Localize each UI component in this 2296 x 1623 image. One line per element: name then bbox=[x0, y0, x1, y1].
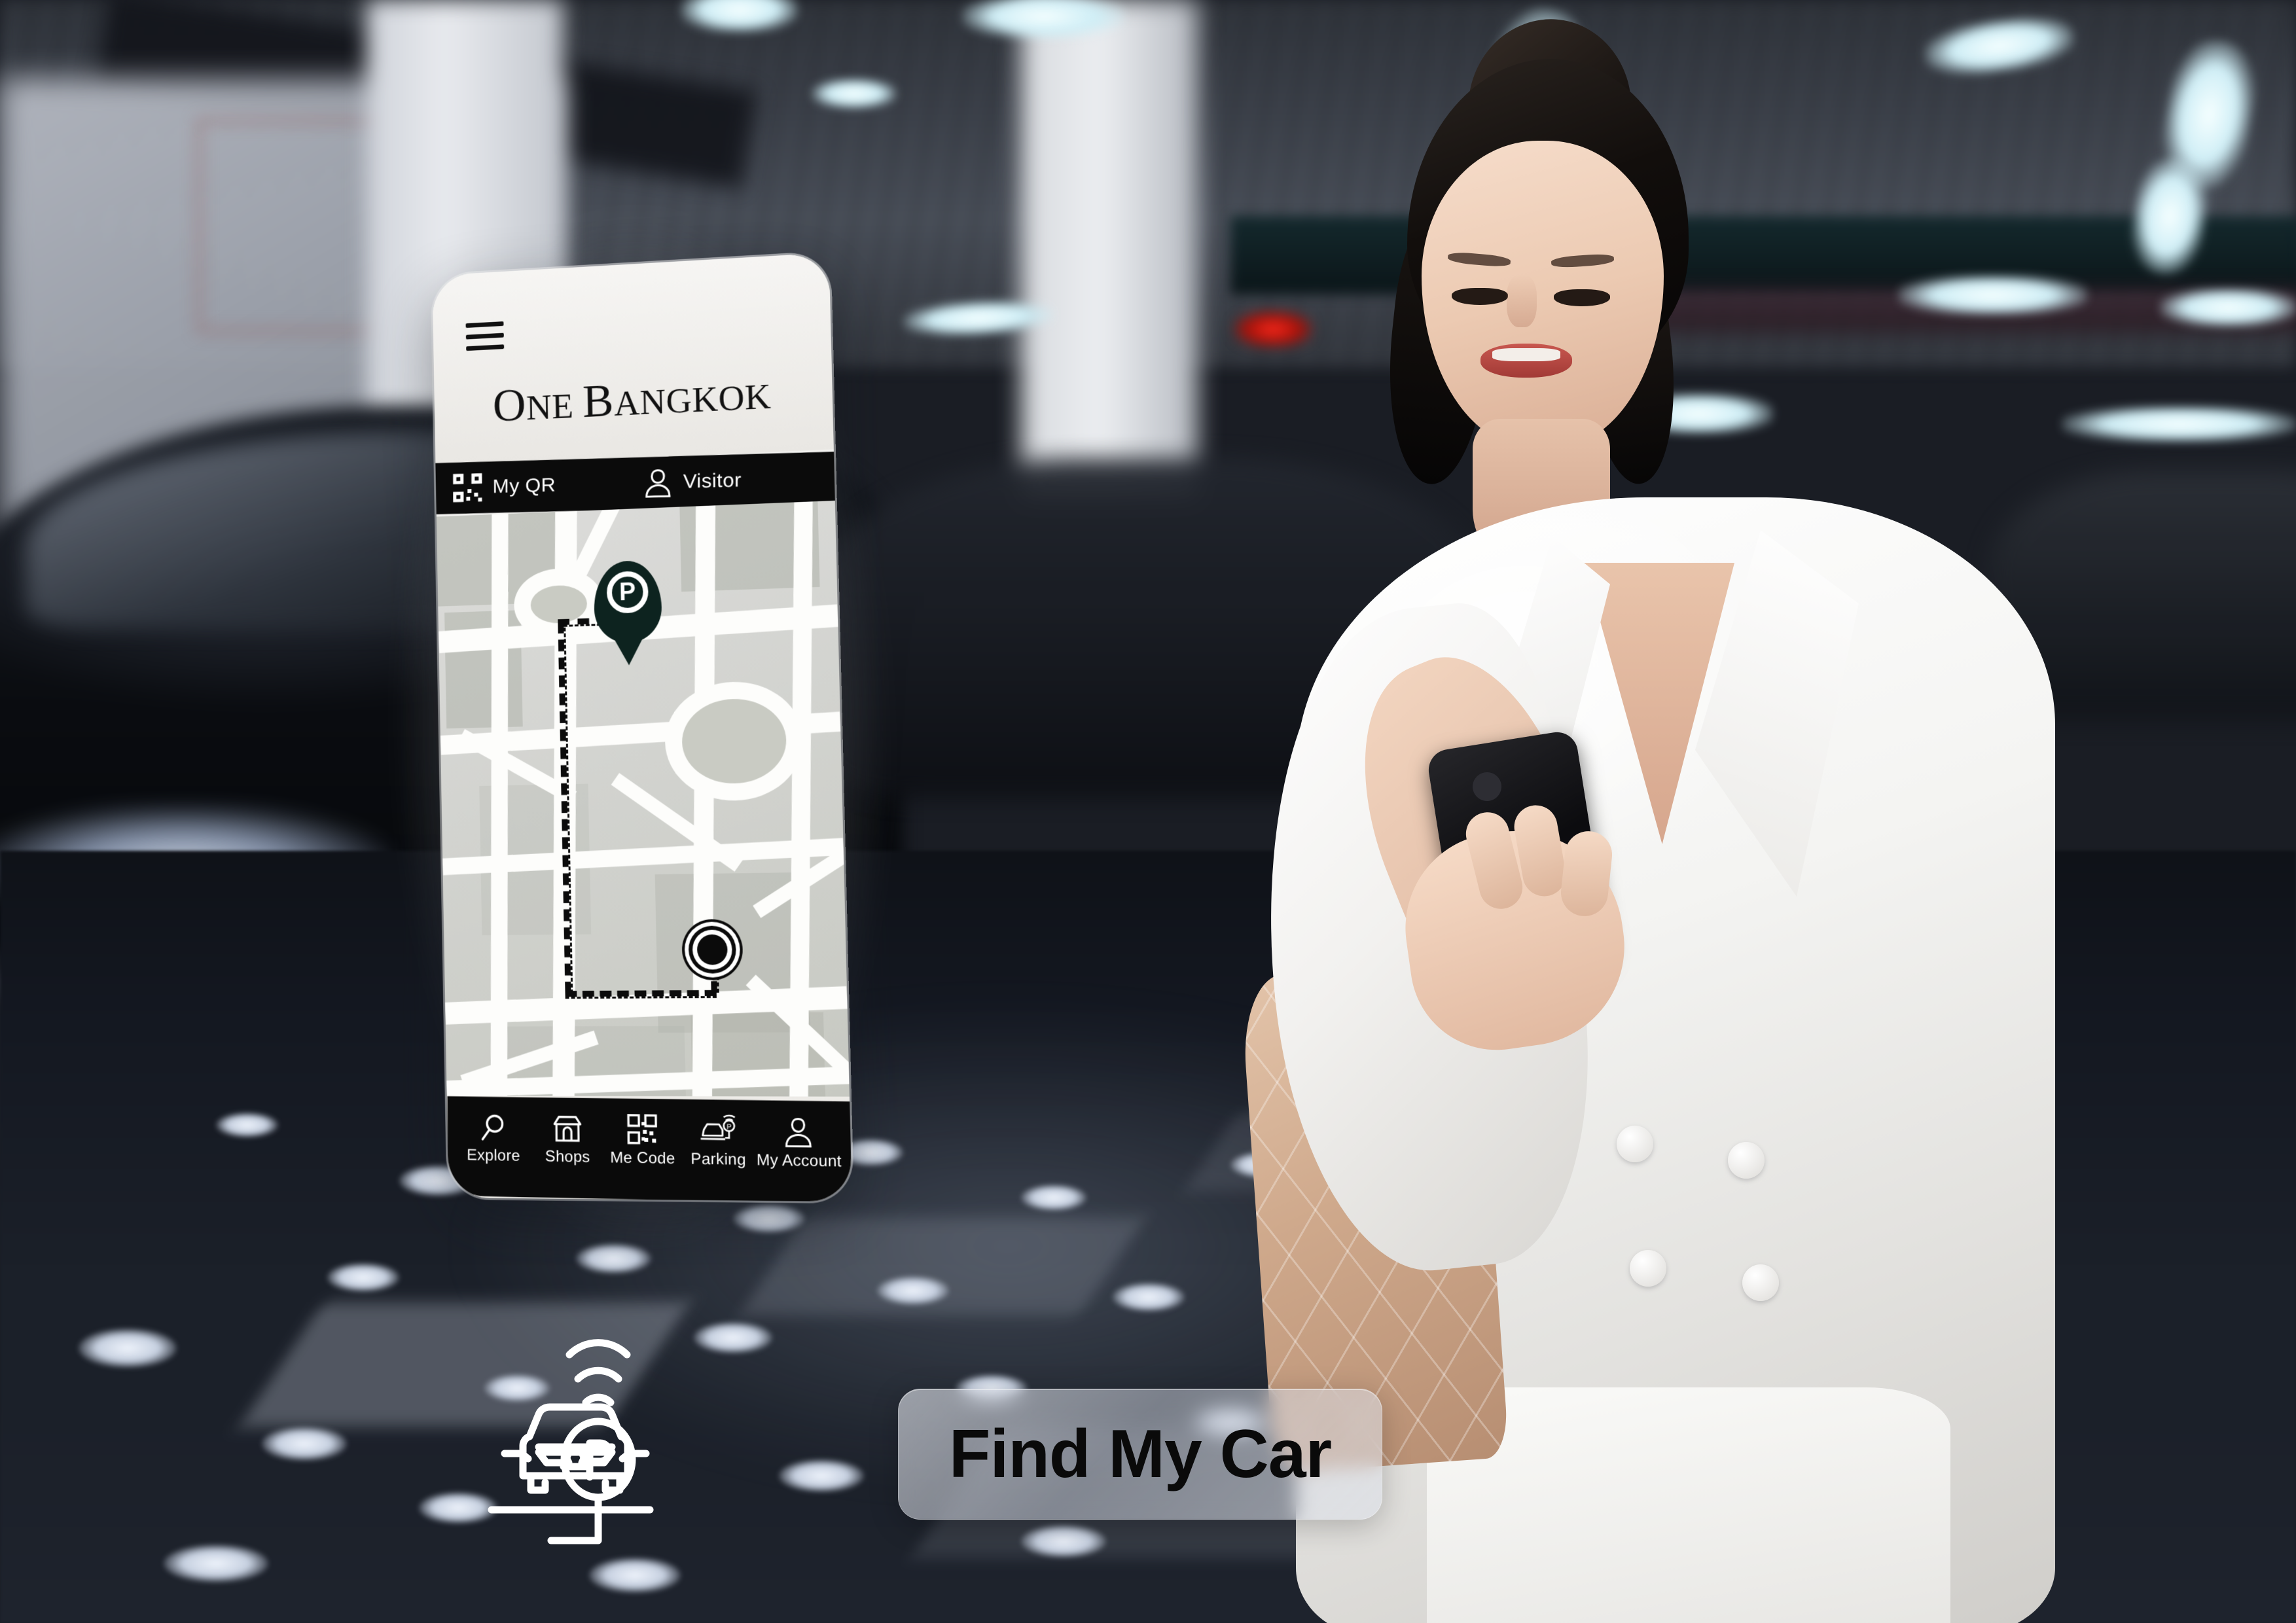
floor-light-bokeh bbox=[327, 1263, 399, 1292]
account-icon bbox=[783, 1113, 814, 1148]
ceiling-light bbox=[812, 79, 897, 109]
bottom-navigation-bar: Explore Shops Me Code P Parking My Accou… bbox=[447, 1096, 852, 1202]
blazer-button bbox=[1630, 1250, 1666, 1287]
route-path-to-location bbox=[710, 963, 719, 993]
hamburger-menu-icon[interactable] bbox=[465, 321, 505, 353]
nav-label: Me Code bbox=[610, 1149, 675, 1168]
map-road bbox=[490, 501, 509, 1097]
teeth bbox=[1492, 348, 1560, 361]
nav-item-shops[interactable]: Shops bbox=[530, 1109, 605, 1167]
app-header: ONE BANGKOK bbox=[432, 253, 834, 467]
garage-pillar-mid bbox=[1021, 0, 1198, 497]
ceiling-light bbox=[962, 0, 1126, 39]
blazer-button bbox=[1742, 1264, 1779, 1301]
nav-label: Parking bbox=[691, 1150, 746, 1169]
quick-action-my-qr[interactable]: My QR bbox=[453, 471, 556, 503]
parking-pin-letter: P bbox=[606, 571, 649, 614]
floor-light-bokeh bbox=[1021, 1185, 1086, 1211]
find-my-car-label: Find My Car bbox=[948, 1416, 1332, 1492]
car-parking-icon: P bbox=[698, 1111, 737, 1147]
floor-light-bokeh bbox=[79, 1329, 177, 1368]
brand-initial-o: O bbox=[492, 378, 527, 432]
nav-label: Explore bbox=[467, 1146, 520, 1165]
nav-item-explore[interactable]: Explore bbox=[456, 1108, 530, 1166]
eye-right bbox=[1554, 289, 1610, 306]
quick-action-label: My QR bbox=[492, 474, 556, 498]
floor-light-bokeh bbox=[1113, 1283, 1185, 1311]
parking-pin-icon[interactable]: P bbox=[593, 560, 662, 645]
nav-label: Shops bbox=[545, 1147, 590, 1166]
svg-text:P: P bbox=[726, 1123, 732, 1132]
qr-code-icon bbox=[626, 1111, 658, 1145]
brand-angkok: ANGKOK bbox=[613, 376, 772, 423]
map-view[interactable]: P bbox=[436, 500, 850, 1097]
brand-initial-b: B bbox=[582, 374, 615, 427]
page-title: ONE BANGKOK bbox=[434, 363, 833, 435]
search-icon bbox=[478, 1109, 508, 1143]
floor-light-bokeh bbox=[877, 1276, 949, 1305]
map-roundabout bbox=[664, 680, 805, 802]
floor-light-bokeh bbox=[216, 1113, 278, 1137]
car-parking-signal-icon bbox=[481, 1306, 749, 1558]
floor-light-bokeh bbox=[262, 1427, 347, 1461]
shop-icon bbox=[551, 1109, 584, 1144]
nav-item-parking[interactable]: P Parking bbox=[680, 1111, 757, 1169]
floor-light-bokeh bbox=[576, 1243, 651, 1274]
nav-item-my-account[interactable]: My Account bbox=[756, 1113, 842, 1171]
floor-light-bokeh bbox=[779, 1459, 864, 1492]
app-phone-mockup: ONE BANGKOK My QR Visitor P Explore Shop… bbox=[394, 211, 894, 1243]
phone-screen: ONE BANGKOK My QR Visitor P Explore Shop… bbox=[432, 253, 852, 1202]
person-icon bbox=[644, 467, 673, 498]
eye-left bbox=[1452, 288, 1508, 305]
floor-light-bokeh bbox=[164, 1544, 268, 1582]
wall-red-marking bbox=[196, 118, 393, 334]
person-using-phone bbox=[1236, 9, 2296, 1623]
blazer-button bbox=[1617, 1126, 1653, 1162]
brand-ne: NE bbox=[526, 385, 584, 428]
quick-action-label: Visitor bbox=[683, 469, 742, 493]
qr-code-icon bbox=[453, 473, 482, 503]
ceiling-light bbox=[681, 0, 798, 33]
floor-light-bokeh bbox=[589, 1558, 681, 1593]
screenshot-root: ONE BANGKOK My QR Visitor P Explore Shop… bbox=[0, 0, 2296, 1623]
floor-light-bokeh bbox=[1021, 1525, 1106, 1558]
blazer-button bbox=[1728, 1142, 1765, 1179]
route-path-bottom bbox=[565, 990, 717, 999]
quick-action-visitor[interactable]: Visitor bbox=[644, 465, 742, 498]
current-location-icon[interactable] bbox=[696, 934, 728, 965]
nose bbox=[1507, 275, 1537, 327]
nav-label: My Account bbox=[756, 1150, 842, 1171]
map-road bbox=[692, 500, 716, 1097]
find-my-car-button[interactable]: Find My Car bbox=[898, 1389, 1382, 1520]
nav-item-me-code[interactable]: Me Code bbox=[605, 1110, 681, 1168]
